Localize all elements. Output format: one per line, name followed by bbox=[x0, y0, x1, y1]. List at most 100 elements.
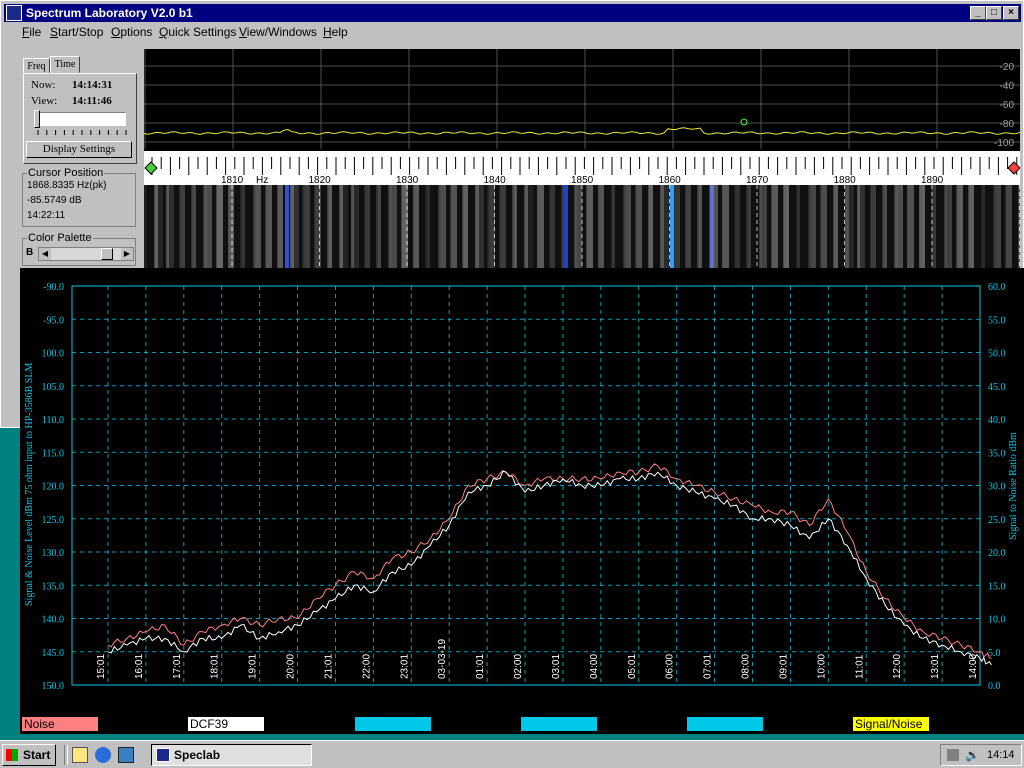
browser-icon[interactable] bbox=[95, 747, 111, 763]
windows-logo-icon bbox=[6, 749, 18, 761]
close-button[interactable]: × bbox=[1003, 6, 1019, 20]
menu-options[interactable]: Options bbox=[111, 25, 152, 39]
color-palette-title: Color Palette bbox=[27, 232, 93, 244]
menu-file[interactable]: File bbox=[22, 25, 41, 39]
waterfall-streak bbox=[191, 185, 196, 269]
x-tick-label: 06:00 bbox=[665, 654, 676, 679]
network-icon[interactable] bbox=[947, 749, 959, 761]
title-bar[interactable]: Spectrum Laboratory V2.0 b1 _ □ × bbox=[4, 4, 1021, 22]
y-right-tick: 25.0 bbox=[988, 515, 1006, 526]
chart-svg[interactable]: -90.0 60.0 -95.0 55.0 100.0 50.0 105.0 45.0 110.… bbox=[20, 268, 1024, 734]
app-icon[interactable] bbox=[6, 5, 22, 21]
y-left-tick: 140.0 bbox=[42, 615, 65, 626]
legend-slot-3[interactable] bbox=[355, 717, 431, 731]
y-left-label: Signal & Noise Level dBm 75 ohm input to… bbox=[24, 363, 35, 606]
series-line-dcf39 bbox=[107, 470, 992, 666]
peak-marker bbox=[740, 118, 748, 126]
channels-icon[interactable] bbox=[118, 747, 134, 763]
task-label: Speclab bbox=[174, 748, 221, 762]
freq-label: 1840 bbox=[484, 175, 507, 186]
y-right-tick: 55.0 bbox=[988, 315, 1006, 326]
waterfall-streak bbox=[376, 185, 381, 269]
now-label: Now: bbox=[31, 79, 56, 91]
menu-start-stop[interactable]: Start/Stop bbox=[50, 25, 103, 39]
minimize-button[interactable]: _ bbox=[970, 6, 986, 20]
waterfall-streak bbox=[981, 185, 985, 269]
x-tick-label: 15:01 bbox=[96, 654, 107, 679]
legend-slot-5[interactable] bbox=[687, 717, 763, 731]
waterfall-streak bbox=[339, 185, 343, 269]
waterfall-streak bbox=[512, 185, 517, 269]
x-tick-label: 23:01 bbox=[399, 654, 410, 679]
waterfall-streak bbox=[611, 185, 615, 269]
spectrum-svg[interactable]: -20 -40 -60 -80 -100 1810 1820 1830 1840 1850 1860… bbox=[143, 49, 1023, 269]
legend-slot-4[interactable] bbox=[521, 717, 597, 731]
y-left-tick: 135.0 bbox=[42, 581, 65, 592]
x-tick-label: 20:00 bbox=[286, 654, 297, 679]
display-settings-button[interactable]: Display Settings bbox=[26, 141, 132, 158]
desktop-icon[interactable] bbox=[72, 747, 88, 763]
waterfall-streak bbox=[759, 185, 762, 269]
x-tick-label: 07:01 bbox=[703, 654, 714, 679]
waterfall-signal bbox=[285, 185, 289, 269]
waterfall-streak bbox=[179, 185, 185, 269]
waterfall-streak bbox=[845, 185, 849, 269]
menu-view-windows[interactable]: View/Windows bbox=[239, 25, 317, 39]
y-right-tick: 45.0 bbox=[988, 382, 1006, 393]
palette-scroll-thumb[interactable] bbox=[101, 248, 113, 260]
scroll-left-icon[interactable]: ◀ bbox=[39, 248, 51, 260]
y-left-tick: -95.0 bbox=[43, 315, 64, 326]
time-slider-track[interactable] bbox=[36, 112, 126, 126]
waterfall-streak bbox=[144, 185, 147, 269]
y-right-tick: 20.0 bbox=[988, 548, 1006, 559]
time-slider-thumb[interactable] bbox=[34, 110, 40, 128]
x-tick-label: 13:01 bbox=[930, 654, 941, 679]
waterfall-streak bbox=[475, 185, 479, 269]
waterfall-streak bbox=[327, 185, 332, 269]
waterfall-streak bbox=[685, 185, 691, 269]
tab-freq[interactable]: Freq bbox=[23, 58, 50, 73]
waterfall-streak bbox=[487, 185, 490, 269]
x-tick-label: 08:00 bbox=[741, 654, 752, 679]
legend-dcf39[interactable]: DCF39 bbox=[188, 717, 264, 731]
maximize-button[interactable]: □ bbox=[986, 6, 1002, 20]
freq-label: 1890 bbox=[921, 175, 944, 186]
palette-scrollbar[interactable]: ◀ ▶ bbox=[38, 247, 134, 261]
waterfall-streak bbox=[166, 185, 169, 269]
chart-window[interactable]: -90.0 60.0 -95.0 55.0 100.0 50.0 105.0 45.0 110.… bbox=[20, 268, 1024, 734]
waterfall-signal bbox=[670, 185, 674, 269]
legend-signal-noise[interactable]: Signal/Noise bbox=[853, 717, 929, 731]
x-tick-label: 19:01 bbox=[248, 654, 259, 679]
start-button[interactable]: Start bbox=[2, 744, 56, 766]
waterfall-streak bbox=[635, 185, 642, 269]
waterfall-streak bbox=[364, 185, 370, 269]
x-tick-label: 10:00 bbox=[816, 654, 827, 679]
tab-time[interactable]: Time bbox=[50, 56, 80, 73]
spectrum-display[interactable]: -20 -40 -60 -80 -100 1810 1820 1830 1840 1850 1860… bbox=[143, 49, 1023, 269]
volume-icon[interactable]: 🔈 bbox=[965, 745, 980, 765]
waterfall-streak bbox=[623, 185, 626, 269]
time-tab-body: Now: 14:14:31 View: 14:11:46 Display Set… bbox=[23, 73, 137, 164]
taskbar-speclab[interactable]: Speclab bbox=[151, 744, 312, 766]
legend-noise[interactable]: Noise bbox=[22, 717, 98, 731]
waterfall-streak bbox=[907, 185, 914, 269]
waterfall-streak bbox=[413, 185, 419, 269]
y-right-tick: 5.0 bbox=[988, 648, 1001, 659]
time-tab-panel: Freq Time Now: 14:14:31 View: 14:11:46 D… bbox=[23, 56, 137, 164]
waterfall-streak bbox=[660, 185, 664, 269]
menu-quick-settings[interactable]: Quick Settings bbox=[159, 25, 236, 39]
y-left-tick: 145.0 bbox=[42, 648, 65, 659]
waterfall-streak bbox=[882, 185, 887, 269]
menu-help[interactable]: Help bbox=[323, 25, 348, 39]
start-label: Start bbox=[23, 748, 51, 762]
x-tick-label: 18:01 bbox=[210, 654, 221, 679]
waterfall-streak bbox=[833, 185, 838, 269]
cursor-time: 14:22:11 bbox=[27, 210, 66, 221]
x-tick-label: 11:01 bbox=[854, 654, 865, 679]
waterfall-streak bbox=[783, 185, 789, 269]
waterfall-streak bbox=[1005, 185, 1012, 269]
freq-label: 1860 bbox=[659, 175, 682, 186]
scroll-right-icon[interactable]: ▶ bbox=[121, 248, 133, 260]
waterfall-streak bbox=[820, 185, 827, 269]
y-right-tick: 50.0 bbox=[988, 349, 1006, 360]
